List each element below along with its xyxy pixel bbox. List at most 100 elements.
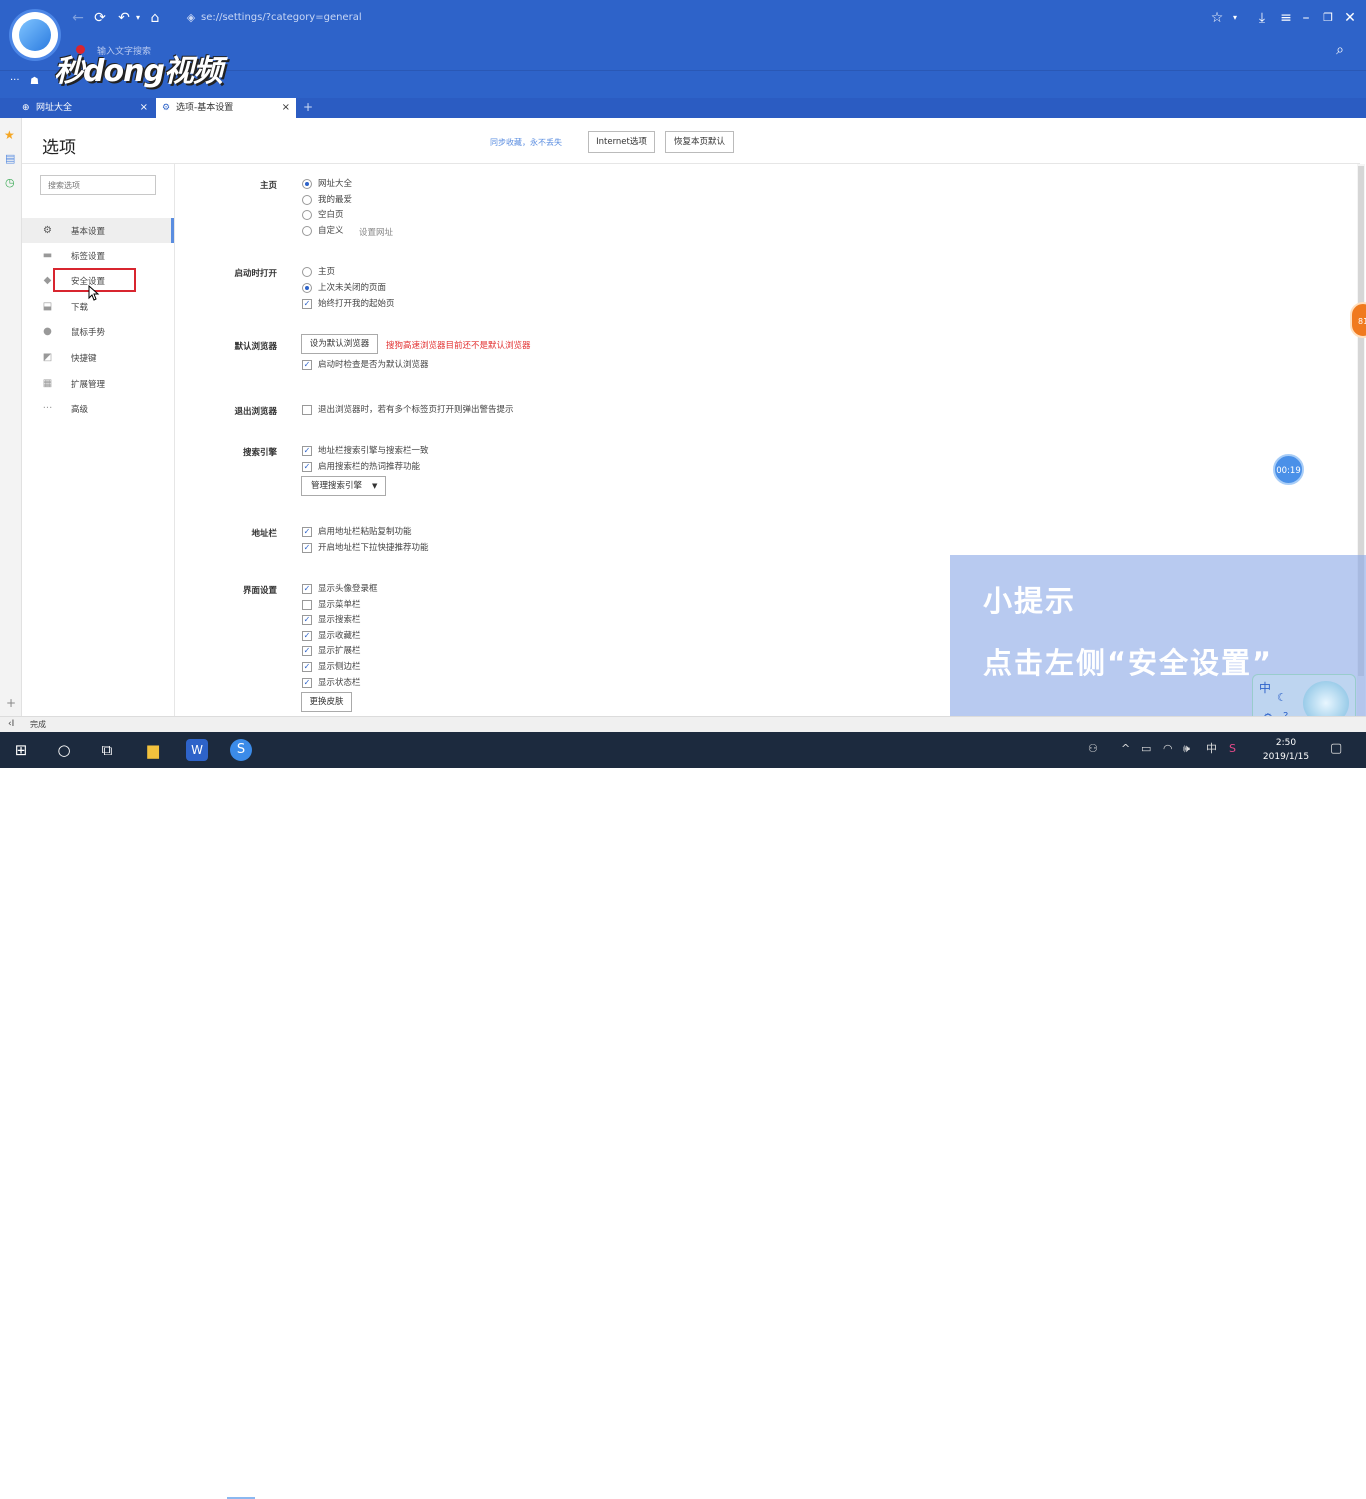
collapse-icon[interactable]: ‹I	[8, 717, 14, 732]
checkbox[interactable]: ✓	[302, 584, 312, 594]
more-menu[interactable]: ···	[10, 75, 20, 86]
checkbox-show-sidebar[interactable]: ✓ 显示侧边栏	[302, 660, 361, 674]
radio-button[interactable]	[302, 179, 312, 189]
battery-icon[interactable]: ▭	[1141, 742, 1151, 756]
checkbox[interactable]: ✓	[302, 646, 312, 656]
sidebar-item-general[interactable]: ⚙ 基本设置	[22, 218, 174, 243]
checkbox-warn-multiple-tabs[interactable]: 退出浏览器时，若有多个标签页打开则弹出警告提示	[302, 403, 514, 417]
chevron-down-icon[interactable]: ▾	[130, 10, 146, 26]
search-icon[interactable]: ⌕	[1332, 42, 1348, 58]
checkbox-show-menu-bar[interactable]: 显示菜单栏	[302, 598, 361, 612]
home-icon[interactable]: ⌂	[147, 10, 163, 26]
download-icon[interactable]: ⤓	[1254, 10, 1270, 26]
sidebar-item-advanced[interactable]: ··· 高级	[22, 396, 174, 421]
radio-button[interactable]	[302, 226, 312, 236]
change-skin-button[interactable]: 更换皮肤	[301, 692, 352, 712]
set-url-link[interactable]: 设置网址	[359, 226, 393, 238]
checkbox-show-status-bar[interactable]: ✓ 显示状态栏	[302, 676, 361, 690]
favorite-menu-chevron-icon[interactable]: ▾	[1227, 10, 1243, 26]
people-icon[interactable]: ⚇	[1088, 742, 1098, 756]
sogou-ime-icon[interactable]: S	[1229, 742, 1236, 756]
tab-nav-sites[interactable]: ⊕ 网址大全 ×	[16, 98, 154, 118]
task-view-icon[interactable]: ⧉	[96, 739, 118, 761]
sidebar-item-extensions[interactable]: ▦ 扩展管理	[22, 371, 174, 396]
checkbox-dropdown-suggest[interactable]: ✓ 开启地址栏下拉快捷推荐功能	[302, 541, 429, 555]
floating-badge[interactable]: 81	[1350, 302, 1366, 338]
radio-button[interactable]	[302, 210, 312, 220]
sidebar-item-tabs[interactable]: ▬ 标签设置	[22, 243, 174, 268]
checkbox[interactable]: ✓	[302, 462, 312, 472]
browser-logo[interactable]	[12, 12, 58, 58]
wps-icon[interactable]: W	[186, 739, 208, 761]
checkbox-paste-copy[interactable]: ✓ 启用地址栏粘贴复制功能	[302, 525, 412, 539]
sidebar-item-mouse-gestures[interactable]: ● 鼠标手势	[22, 319, 174, 344]
checkbox[interactable]: ✓	[302, 662, 312, 672]
checkbox-show-extension-bar[interactable]: ✓ 显示扩展栏	[302, 644, 361, 658]
checkbox-sync-search-engine[interactable]: ✓ 地址栏搜索引擎与搜索栏一致	[302, 444, 429, 458]
close-icon[interactable]: ×	[282, 98, 290, 118]
checkbox-always-open-start[interactable]: ✓ 始终打开我的起始页	[302, 297, 395, 311]
radio-button[interactable]	[302, 283, 312, 293]
notification-icon[interactable]: ▢	[1330, 742, 1342, 756]
radio-homepage-favorites[interactable]: 我的最爱	[302, 193, 352, 207]
internet-options-button[interactable]: Internet选项	[588, 131, 655, 153]
restore-default-button[interactable]: 恢复本页默认	[665, 131, 734, 153]
radio-startup-last-session[interactable]: 上次未关闭的页面	[302, 281, 386, 295]
radio-button[interactable]	[302, 195, 312, 205]
checkbox[interactable]: ✓	[302, 615, 312, 625]
radio-homepage-blank[interactable]: 空白页	[302, 208, 344, 222]
settings-search-input[interactable]	[40, 175, 156, 195]
system-clock[interactable]: 2:50 2019/1/15	[1254, 736, 1318, 764]
section-label-interface: 界面设置	[242, 586, 277, 596]
manage-search-engines-dropdown[interactable]: 管理搜索引擎 ▼	[301, 476, 386, 496]
menu-icon[interactable]: ≡	[1278, 10, 1294, 26]
radio-button[interactable]	[302, 267, 312, 277]
volume-icon[interactable]: 🕪	[1183, 742, 1190, 756]
option-label: 开启地址栏下拉快捷推荐功能	[318, 543, 429, 553]
radio-homepage-custom[interactable]: 自定义	[302, 224, 344, 238]
checkbox[interactable]: ✓	[302, 678, 312, 688]
favorite-star-icon[interactable]: ☆	[1209, 10, 1225, 26]
reading-list-icon[interactable]: ▤	[5, 152, 15, 165]
checkbox-show-search-bar[interactable]: ✓ 显示搜索栏	[302, 613, 361, 627]
checkbox[interactable]: ✓	[302, 543, 312, 553]
favorites-star-icon[interactable]: ★	[4, 128, 15, 142]
close-icon[interactable]: ×	[140, 98, 148, 118]
set-default-browser-button[interactable]: 设为默认浏览器	[301, 334, 378, 354]
option-label: 显示状态栏	[318, 678, 361, 688]
windows-start-icon[interactable]: ⊞	[10, 739, 32, 761]
ime-indicator[interactable]: 中	[1206, 742, 1217, 756]
checkbox-hot-words[interactable]: ✓ 启用搜索栏的热词推荐功能	[302, 460, 420, 474]
maximize-icon[interactable]: ❐	[1320, 10, 1336, 26]
close-window-icon[interactable]: ✕	[1342, 10, 1358, 26]
add-panel-icon[interactable]: +	[6, 696, 16, 710]
radio-homepage-nav[interactable]: 网址大全	[302, 177, 352, 191]
checkbox-show-avatar-login[interactable]: ✓ 显示头像登录框	[302, 582, 378, 596]
option-label: 网址大全	[318, 179, 353, 189]
wifi-icon[interactable]: ◠	[1163, 742, 1173, 756]
checkbox-check-default-on-start[interactable]: ✓ 启动时检查是否为默认浏览器	[302, 358, 429, 372]
sidebar-item-shortcuts[interactable]: ◩ 快捷键	[22, 345, 174, 370]
history-clock-icon[interactable]: ◷	[5, 176, 15, 189]
checkbox[interactable]	[302, 405, 312, 415]
tray-chevron-icon[interactable]: ^	[1121, 742, 1130, 756]
checkbox-show-favorites-bar[interactable]: ✓ 显示收藏栏	[302, 629, 361, 643]
sogou-browser-icon[interactable]: S	[230, 739, 252, 761]
sync-link[interactable]: 同步收藏，永不丢失	[490, 137, 562, 148]
checkbox[interactable]: ✓	[302, 527, 312, 537]
minimize-icon[interactable]: –	[1298, 10, 1314, 26]
back-icon[interactable]: ←	[70, 10, 86, 26]
radio-startup-homepage[interactable]: 主页	[302, 265, 335, 279]
file-explorer-icon[interactable]: ▆	[142, 739, 164, 761]
checkbox[interactable]: ✓	[302, 299, 312, 309]
cortana-icon[interactable]: ○	[53, 739, 75, 761]
checkbox[interactable]	[302, 600, 312, 610]
checkbox[interactable]: ✓	[302, 446, 312, 456]
checkbox[interactable]: ✓	[302, 631, 312, 641]
checkbox[interactable]: ✓	[302, 360, 312, 370]
skin-icon[interactable]: ☗	[30, 76, 39, 87]
address-bar[interactable]: se://settings/?category=general	[201, 12, 362, 23]
tab-settings[interactable]: ⚙ 选项-基本设置 ×	[156, 98, 296, 118]
refresh-icon[interactable]: ⟳	[92, 10, 108, 26]
new-tab-button[interactable]: +	[303, 100, 313, 114]
